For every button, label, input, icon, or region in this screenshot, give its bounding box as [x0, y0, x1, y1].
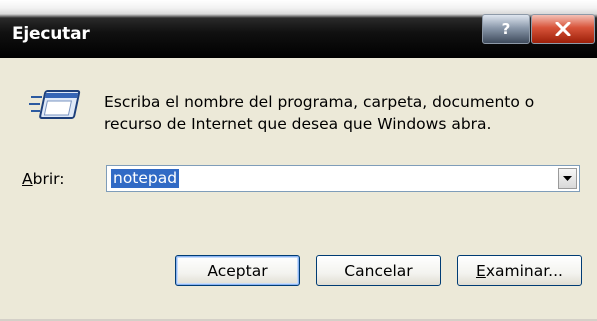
close-x-icon — [555, 22, 571, 36]
open-label-rest: brir: — [32, 170, 65, 188]
chevron-down-icon — [563, 175, 572, 181]
open-label: Abrir: — [22, 170, 64, 188]
browse-label-rest: xaminar... — [485, 261, 563, 280]
cancel-button[interactable]: Cancelar — [316, 255, 441, 286]
ok-button[interactable]: Aceptar — [175, 255, 300, 286]
instruction-text: Escriba el nombre del programa, carpeta,… — [104, 93, 535, 133]
close-button[interactable] — [531, 14, 595, 44]
run-dialog-window: Ejecutar ? Escriba el nombre del program… — [0, 0, 597, 321]
open-combobox[interactable]: notepad — [106, 165, 580, 192]
title-bar[interactable]: Ejecutar ? — [0, 0, 597, 58]
combo-dropdown-button[interactable] — [558, 168, 577, 189]
open-input[interactable]: notepad — [111, 169, 180, 188]
browse-button[interactable]: Examinar... — [457, 255, 582, 286]
browse-mnemonic: E — [476, 261, 486, 280]
run-program-icon — [29, 90, 81, 119]
help-button[interactable]: ? — [482, 14, 530, 44]
help-icon: ? — [501, 20, 511, 38]
window-title: Ejecutar — [12, 24, 90, 44]
open-label-mnemonic: A — [22, 170, 33, 188]
